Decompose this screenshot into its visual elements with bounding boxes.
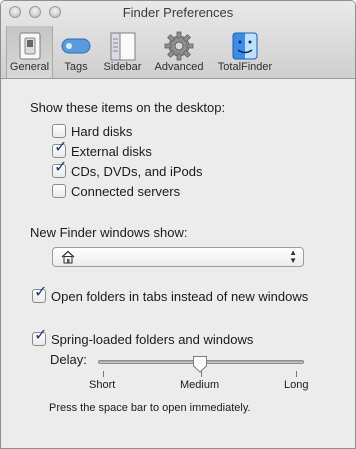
totalfinder-icon [232,32,258,60]
hard-disks-checkbox[interactable] [52,124,66,138]
tab-tags-label: Tags [64,61,88,73]
spring-loaded-checkbox[interactable]: ✓ [32,328,47,346]
gear-icon [164,31,194,61]
external-disks-checkbox-row[interactable]: ✓ External disks [52,140,152,160]
general-panel: Show these items on the desktop: Hard di… [1,80,355,448]
toolbar: Finder Preferences General Tags Sidebar … [1,1,355,79]
updown-arrows-icon: ▲ ▼ [289,248,297,265]
cds-dvds-ipods-checkbox[interactable]: ✓ [52,160,67,178]
tab-general[interactable]: General [6,26,53,78]
home-icon [61,250,75,264]
cds-dvds-ipods-label: CDs, DVDs, and iPods [71,163,203,179]
tab-sidebar-label: Sidebar [103,61,142,73]
slider-label-long: Long [284,379,309,391]
preferences-window: Finder Preferences General Tags Sidebar … [0,0,356,449]
tab-general-label: General [9,61,50,73]
window-title: Finder Preferences [122,5,234,20]
tab-totalfinder[interactable]: TotalFinder [211,26,279,78]
general-switch-icon [19,32,40,60]
tab-tags[interactable]: Tags [56,26,96,78]
hard-disks-label: Hard disks [71,123,133,139]
cds-dvds-ipods-checkbox-row[interactable]: ✓ CDs, DVDs, and iPods [52,160,203,180]
tab-advanced-label: Advanced [154,61,204,73]
hard-disks-checkbox-row[interactable]: Hard disks [52,122,132,140]
sidebar-icon [110,32,135,61]
delay-label: Delay: [50,352,87,367]
checkmark-icon: ✓ [34,284,48,301]
external-disks-checkbox[interactable]: ✓ [52,140,67,158]
desktop-items-heading: Show these items on the desktop: [30,100,226,115]
tabs-option-label: Open folders in tabs instead of new wind… [51,288,309,304]
new-window-popup[interactable]: ▲ ▼ [52,247,304,267]
tab-sidebar[interactable]: Sidebar [100,26,145,78]
checkmark-icon: ✓ [54,159,68,176]
slider-tick-short [103,371,104,377]
connected-servers-label: Connected servers [71,183,181,199]
tabs-option-checkbox[interactable]: ✓ [32,285,47,303]
slider-label-short: Short [89,379,116,391]
space-bar-hint: Press the space bar to open immediately. [49,402,251,414]
delay-slider-thumb[interactable] [192,355,208,373]
new-window-heading: New Finder windows show: [30,225,188,240]
slider-label-medium: Medium [180,379,220,391]
checkmark-icon: ✓ [34,327,48,344]
slider-tick-long [296,371,297,377]
spring-loaded-checkbox-row[interactable]: ✓ Spring-loaded folders and windows [32,328,254,348]
tab-totalfinder-label: TotalFinder [217,61,273,73]
connected-servers-checkbox[interactable] [52,184,66,198]
external-disks-label: External disks [71,143,152,159]
tabs-option-checkbox-row[interactable]: ✓ Open folders in tabs instead of new wi… [32,285,309,305]
tab-advanced[interactable]: Advanced [149,26,209,78]
connected-servers-checkbox-row[interactable]: Connected servers [52,182,180,200]
spring-loaded-label: Spring-loaded folders and windows [51,331,254,347]
checkmark-icon: ✓ [54,139,68,156]
tag-icon [61,38,91,54]
